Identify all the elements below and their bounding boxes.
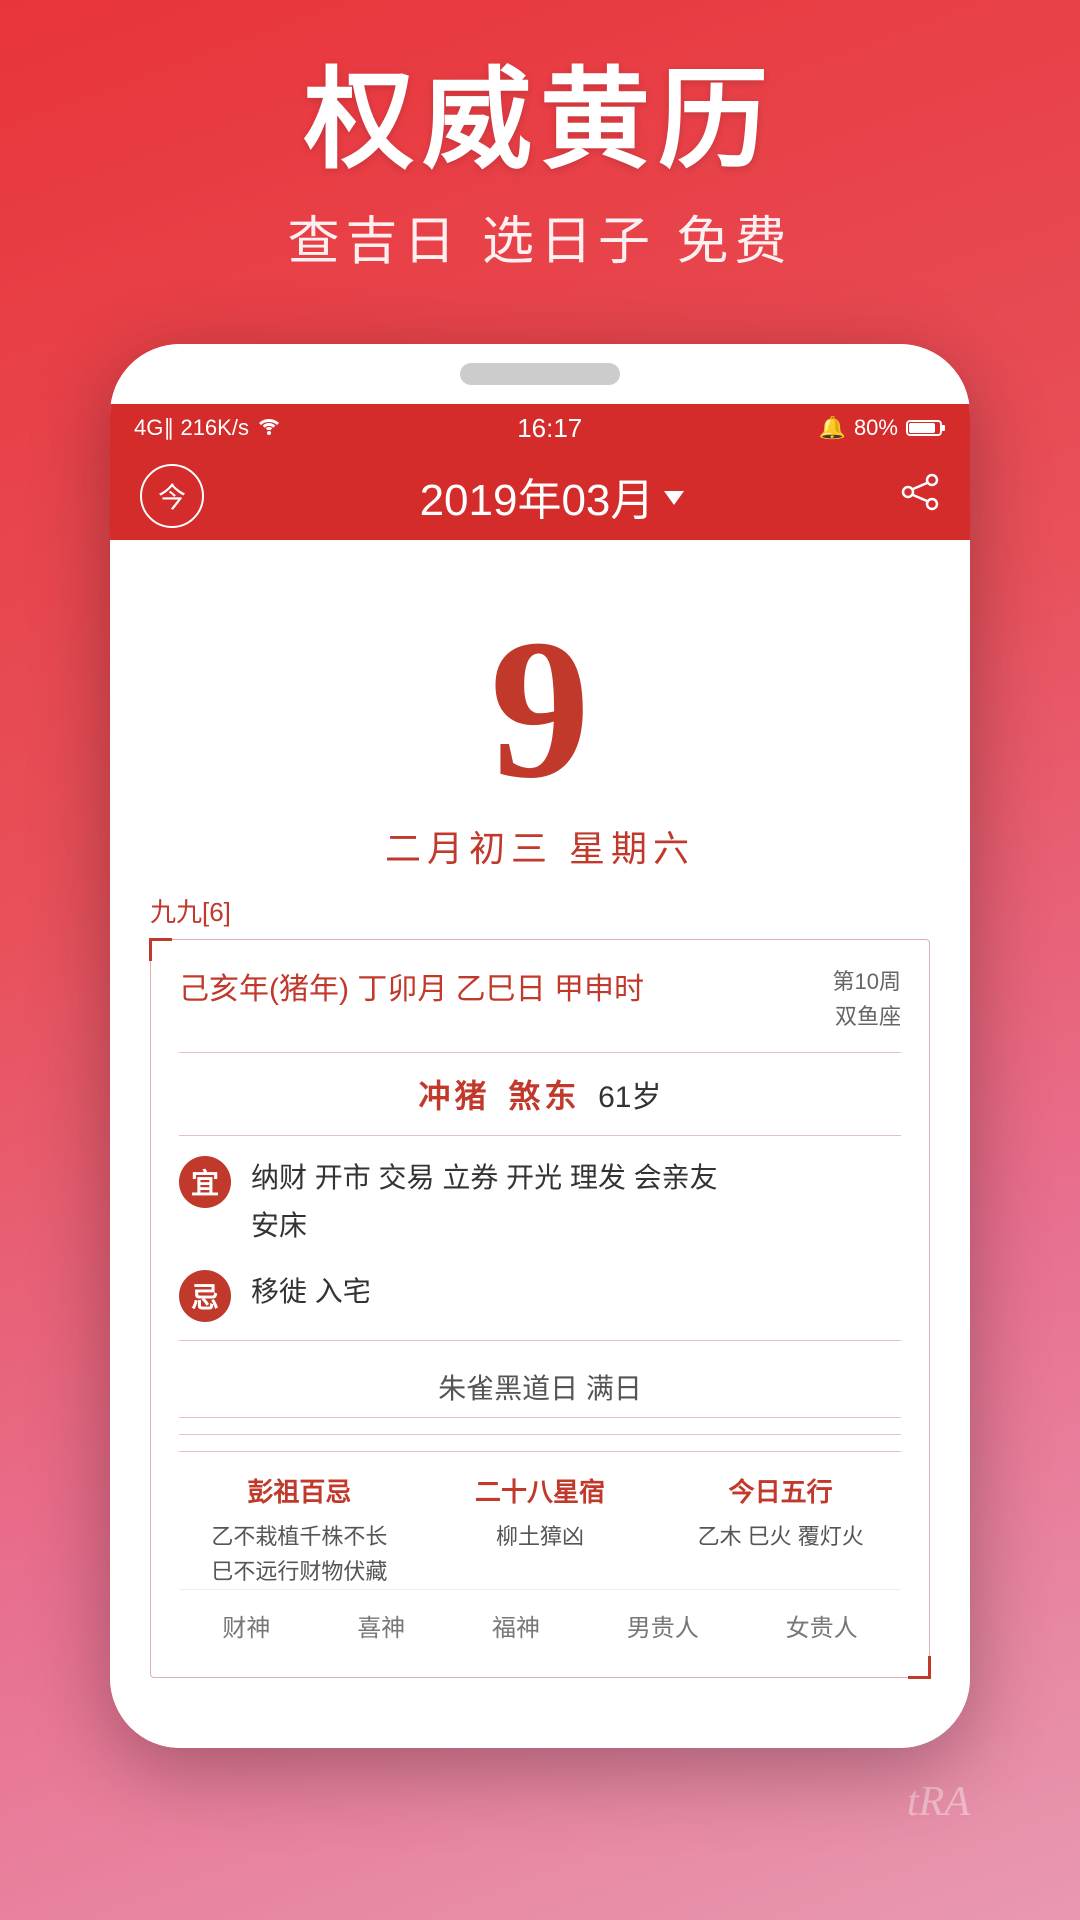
share-icon (900, 472, 940, 512)
big-day-number: 9 (490, 610, 590, 810)
footer-labels: 财神 喜神 福神 男贵人 女贵人 (179, 1589, 901, 1653)
phone-bezel-bottom (110, 1698, 970, 1748)
main-content: 9 二月初三 星期六 九九[6] 己亥年(猪年) 丁卯月 乙巳日 甲申时 第10… (110, 540, 970, 1698)
zodiac-label: 双鱼座 (833, 999, 901, 1034)
ji-label: 忌 (191, 1276, 219, 1316)
three-col: 彭祖百忌 乙不栽植千株不长巳不远行财物伏藏 二十八星宿 柳土獐凶 今日五行 乙木… (179, 1451, 901, 1589)
yi-badge: 宜 (179, 1156, 231, 1208)
sub-title: 查吉日 选日子 免费 (288, 199, 793, 274)
footer-label-4: 女贵人 (786, 1608, 858, 1643)
col2-title: 二十八星宿 (475, 1472, 605, 1509)
ji-content: 移徙 入宅 (251, 1268, 371, 1316)
week-label: 第10周 (833, 964, 901, 999)
col2-content: 柳土獐凶 (496, 1519, 584, 1554)
yi-content: 纳财 开市 交易 立券 开光 理发 会亲友安床 (251, 1154, 718, 1249)
nine-nine-label: 九九[6] (150, 892, 930, 929)
ji-badge: 忌 (179, 1270, 231, 1322)
phone-mockup: 4G∥ 216K/s 16:17 🔔 80% 今 (110, 344, 970, 1748)
top-section: 权威黄历 查吉日 选日子 免费 (0, 0, 1080, 314)
app-header: 今 2019年03月 (110, 452, 970, 540)
dropdown-arrow-icon (664, 491, 684, 505)
wifi-icon (257, 415, 281, 441)
signal-text: 4G∥ 216K/s (134, 415, 249, 441)
phone-speaker (460, 363, 620, 385)
share-button[interactable] (900, 472, 940, 521)
chong-text: 冲猪 (419, 1078, 491, 1114)
ganzhi-row: 己亥年(猪年) 丁卯月 乙巳日 甲申时 第10周 双鱼座 (179, 964, 901, 1053)
chong-age: 61岁 (598, 1081, 661, 1114)
battery-icon (906, 418, 946, 438)
col3-content: 乙木 巳火 覆灯火 (698, 1519, 864, 1554)
status-bar: 4G∥ 216K/s 16:17 🔔 80% (110, 404, 970, 452)
month-text: 2019年03月 (420, 464, 655, 528)
footer-label-1: 喜神 (357, 1608, 405, 1643)
col-wuxing: 今日五行 乙木 巳火 覆灯火 (660, 1472, 901, 1589)
divider2 (179, 1434, 901, 1435)
col1-content: 乙不栽植千株不长巳不远行财物伏藏 (211, 1519, 387, 1589)
chong-row: 冲猪 煞东 61岁 (179, 1071, 901, 1136)
status-time: 16:17 (517, 413, 582, 444)
status-left: 4G∥ 216K/s (134, 415, 281, 441)
month-selector[interactable]: 2019年03月 (420, 464, 685, 528)
date-display: 9 二月初三 星期六 (150, 580, 930, 892)
col3-title: 今日五行 (729, 1472, 833, 1509)
ganzhi-main: 己亥年(猪年) 丁卯月 乙巳日 甲申时 (179, 964, 644, 1008)
watermark: tRA (907, 1778, 970, 1826)
footer-label-0: 财神 (222, 1608, 270, 1643)
alarm-icon: 🔔 (819, 415, 846, 441)
today-button[interactable]: 今 (140, 464, 204, 528)
today-label: 今 (158, 476, 186, 516)
footer-label-3: 男贵人 (627, 1608, 699, 1643)
yi-label: 宜 (191, 1162, 219, 1202)
phone-bezel-top (110, 344, 970, 404)
main-title: 权威黄历 (304, 60, 776, 181)
lunar-date: 二月初三 星期六 (385, 820, 695, 872)
battery-text: 80% (854, 415, 898, 441)
sha-text: 煞东 (508, 1078, 580, 1114)
ji-row: 忌 移徙 入宅 (179, 1268, 901, 1322)
yi-row: 宜 纳财 开市 交易 立券 开光 理发 会亲友安床 (179, 1154, 901, 1249)
divider1 (179, 1340, 901, 1341)
special-day: 朱雀黑道日 满日 (179, 1357, 901, 1418)
status-right: 🔔 80% (819, 415, 946, 441)
ganzhi-side: 第10周 双鱼座 (833, 964, 901, 1034)
col1-title: 彭祖百忌 (247, 1472, 351, 1509)
col-pengzu: 彭祖百忌 乙不栽植千株不长巳不远行财物伏藏 (179, 1472, 420, 1589)
bottom-area: tRA (110, 1778, 970, 1826)
footer-label-2: 福神 (492, 1608, 540, 1643)
info-card: 己亥年(猪年) 丁卯月 乙巳日 甲申时 第10周 双鱼座 冲猪 煞东 61岁 宜 (150, 939, 930, 1678)
col-xingxiu: 二十八星宿 柳土獐凶 (420, 1472, 661, 1589)
